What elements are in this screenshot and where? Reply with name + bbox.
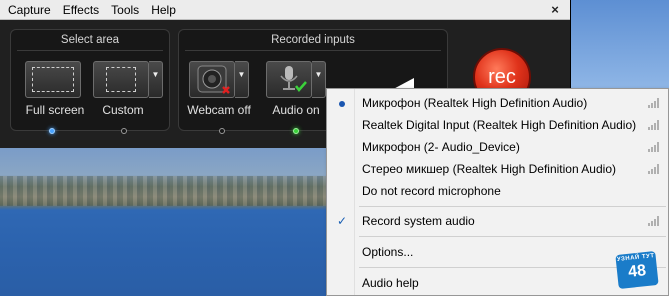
menu-item-label: Realtek Digital Input (Realtek High Defi… <box>362 118 637 132</box>
menu-item-device[interactable]: Realtek Digital Input (Realtek High Defi… <box>327 114 668 136</box>
menu-divider <box>359 236 666 237</box>
custom-area-button[interactable]: ▼ Custom <box>93 61 163 117</box>
menu-item-label: Микрофон (2- Audio_Device) <box>362 140 520 154</box>
webcam-indicator <box>219 128 225 134</box>
menu-item-label: Стерео микшер (Realtek High Definition A… <box>362 162 616 176</box>
select-area-panel: Select area Full screen ▼ Custom <box>10 29 170 134</box>
menu-item-label: Микрофон (Realtek High Definition Audio) <box>362 96 588 110</box>
menu-tools[interactable]: Tools <box>105 0 145 20</box>
audio-button[interactable]: ▼ Audio on <box>266 61 326 117</box>
custom-dropdown-icon[interactable]: ▼ <box>149 61 163 98</box>
signal-level-icon <box>648 142 662 152</box>
menu-item-record-system-audio[interactable]: ✓ Record system audio <box>327 210 668 232</box>
menu-item-label: Do not record microphone <box>362 184 501 198</box>
signal-level-icon <box>648 98 662 108</box>
microphone-icon <box>266 61 312 98</box>
menu-item-no-microphone[interactable]: Do not record microphone <box>327 180 668 202</box>
menu-item-device[interactable]: Стерео микшер (Realtek High Definition A… <box>327 158 668 180</box>
watermark-logo: УЗНАЙ ТУТ 48 <box>615 251 659 289</box>
webcam-icon <box>189 61 235 98</box>
custom-area-icon <box>93 61 149 98</box>
full-screen-icon <box>25 61 81 98</box>
custom-indicator <box>121 128 127 134</box>
webcam-label: Webcam off <box>187 103 251 117</box>
signal-level-icon <box>648 164 662 174</box>
full-screen-indicator <box>49 128 55 134</box>
menu-help[interactable]: Help <box>145 0 182 20</box>
menu-bar: Capture Effects Tools Help × <box>0 0 570 20</box>
menu-item-label: Audio help <box>362 276 419 290</box>
menu-item-device[interactable]: Микрофон (Realtek High Definition Audio) <box>327 92 668 114</box>
audio-label: Audio on <box>272 103 320 117</box>
full-screen-button[interactable]: Full screen <box>25 61 85 117</box>
selected-bullet-icon <box>335 92 349 114</box>
select-area-title: Select area <box>60 34 120 46</box>
close-button[interactable]: × <box>548 2 562 18</box>
recorded-inputs-title: Recorded inputs <box>271 34 355 46</box>
menu-effects[interactable]: Effects <box>57 0 105 20</box>
menu-item-label: Record system audio <box>362 214 475 228</box>
checkmark-icon: ✓ <box>336 214 348 228</box>
menu-divider <box>359 206 666 207</box>
menu-item-label: Options... <box>362 245 414 259</box>
signal-level-icon <box>648 120 662 130</box>
webcam-button[interactable]: ▼ Webcam off <box>187 61 251 117</box>
menu-item-device[interactable]: Микрофон (2- Audio_Device) <box>327 136 668 158</box>
custom-area-label: Custom <box>102 103 144 117</box>
audio-indicator <box>293 128 299 134</box>
audio-dropdown-icon[interactable]: ▼ <box>312 61 326 98</box>
signal-level-icon <box>648 216 662 226</box>
menu-capture[interactable]: Capture <box>2 0 57 20</box>
webcam-dropdown-icon[interactable]: ▼ <box>235 61 249 98</box>
